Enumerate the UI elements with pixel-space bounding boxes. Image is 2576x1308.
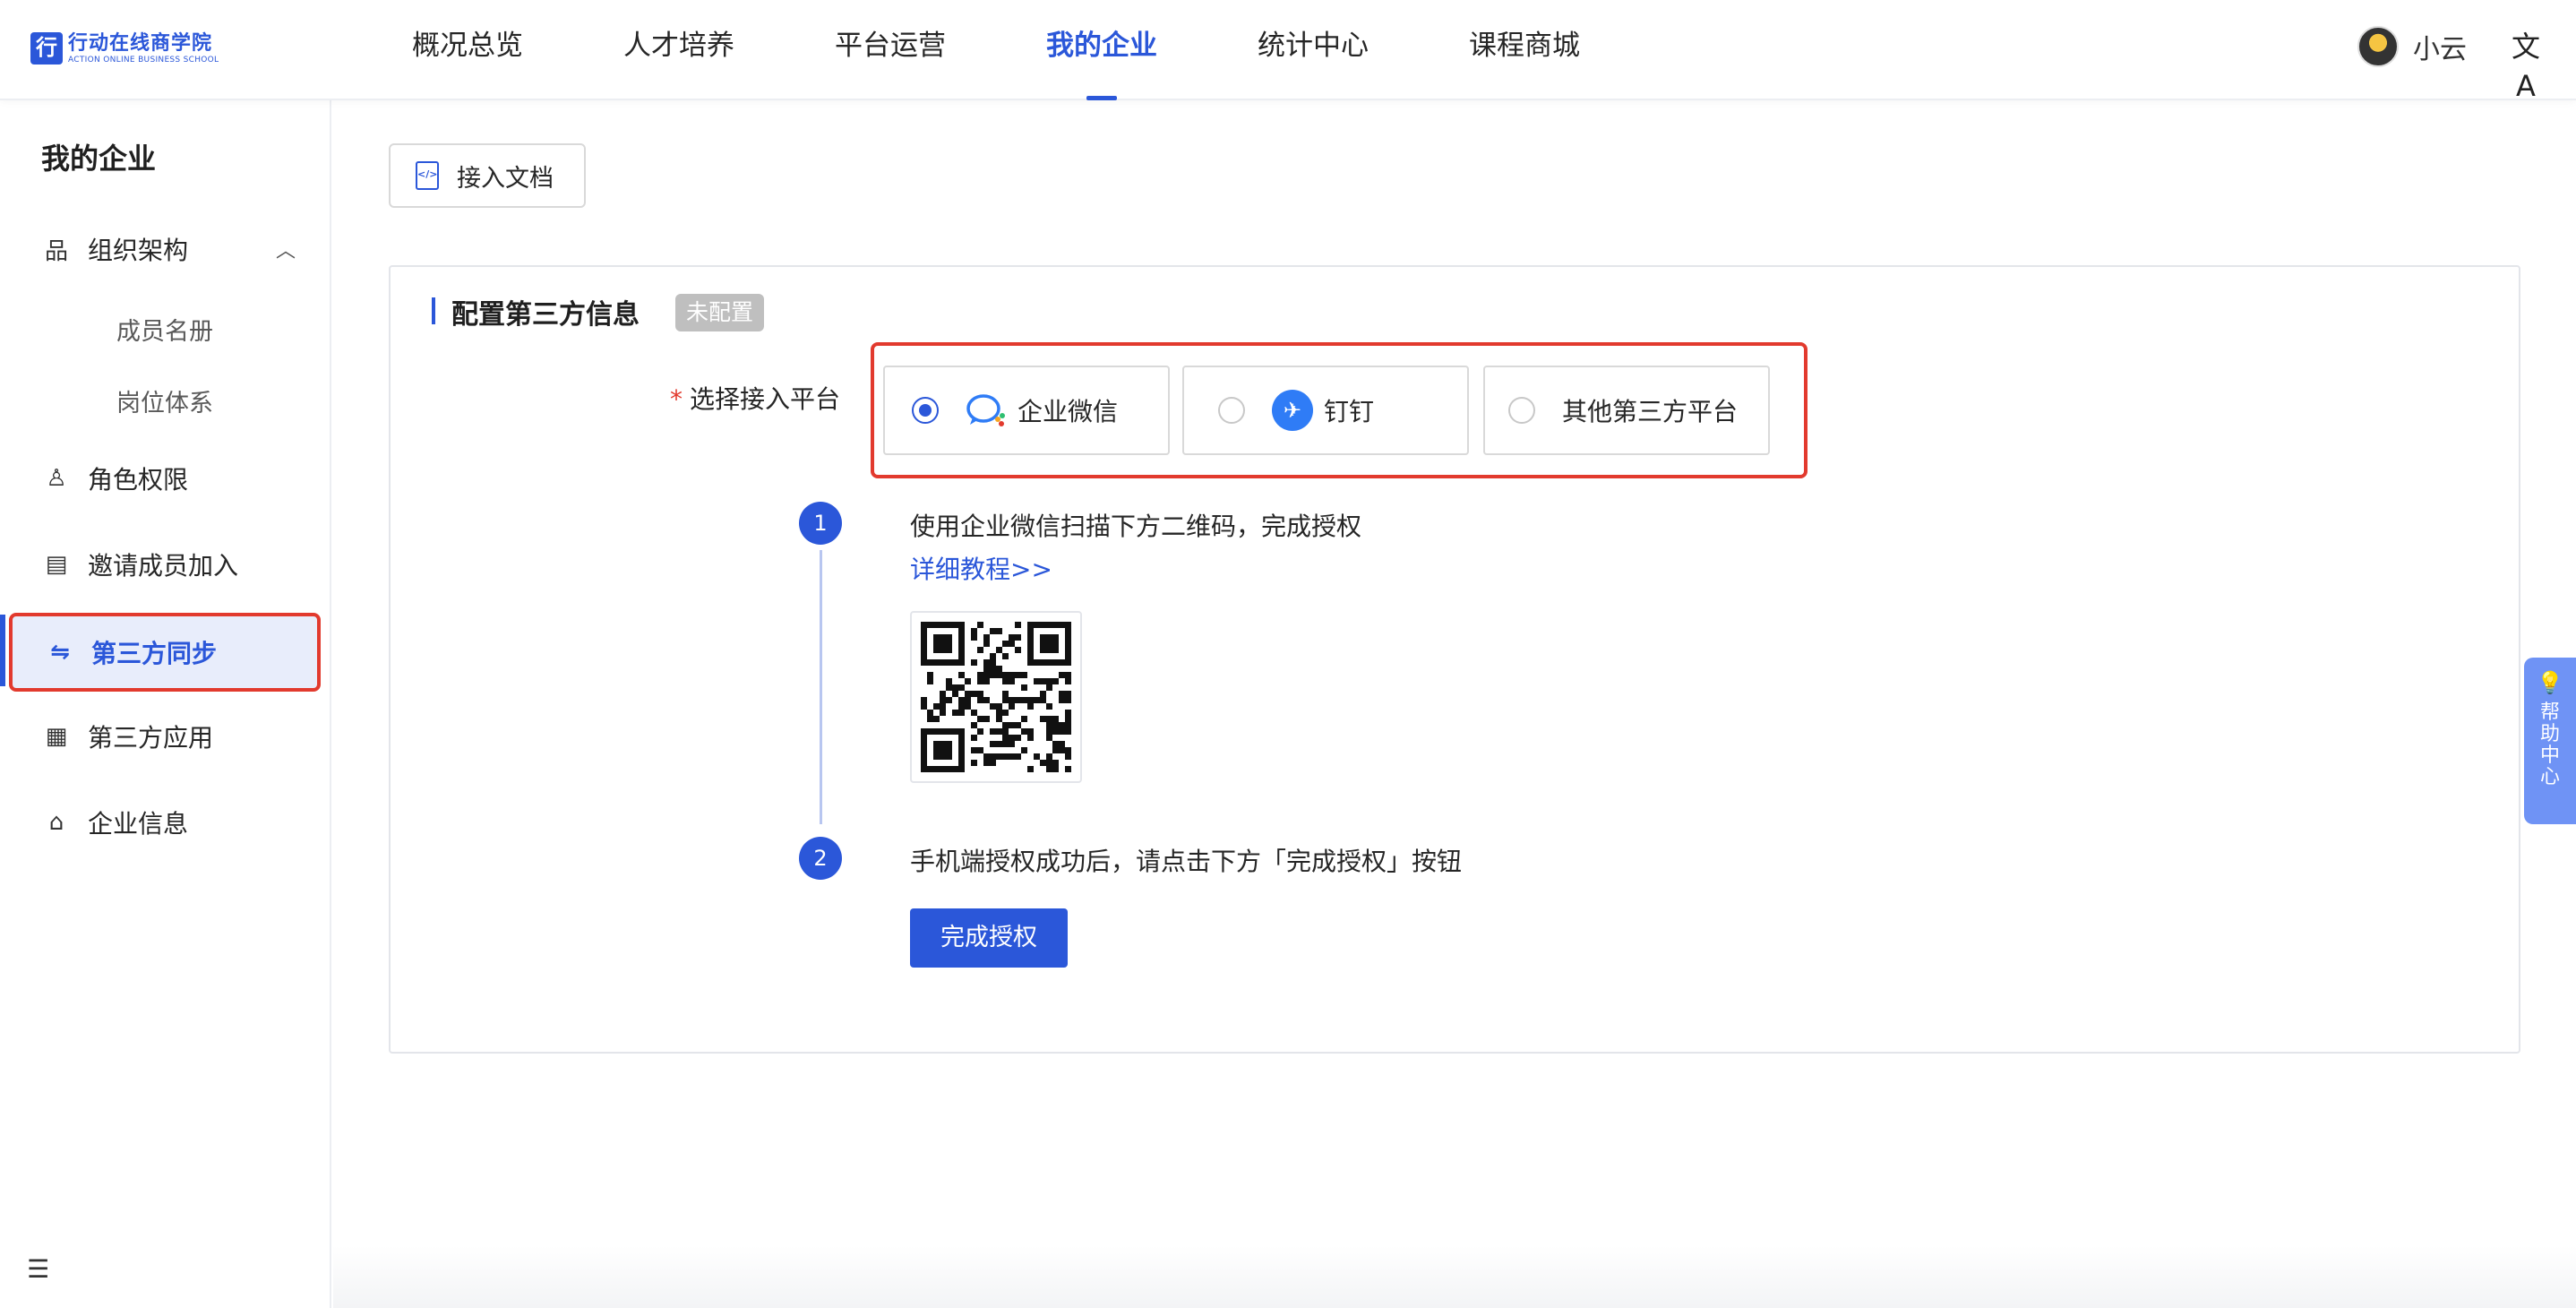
brand-name-cn: 行动在线商学院	[68, 32, 213, 55]
brand-name-en: ACTION ONLINE BUSINESS SCHOOL	[68, 56, 219, 65]
platform-option-dingtalk[interactable]: ✈ 钉钉	[1182, 366, 1469, 455]
title-accent-bar	[432, 297, 435, 324]
nav-item-talent[interactable]: 人才培养	[623, 0, 734, 100]
nav-item-my-enterprise[interactable]: 我的企业	[1046, 0, 1157, 100]
avatar[interactable]	[2357, 26, 2399, 67]
sidebar-item-label: 角色权限	[88, 465, 189, 495]
sidebar-item-roles[interactable]: ♙ 角色权限	[13, 443, 317, 514]
access-docs-label: 接入文档	[457, 164, 554, 193]
active-indicator	[0, 615, 5, 686]
code-file-icon: </>	[416, 161, 439, 190]
complete-authorization-button[interactable]: 完成授权	[910, 908, 1068, 968]
nav-item-statistics[interactable]: 统计中心	[1258, 0, 1369, 100]
chevron-up-icon[interactable]: ︿	[276, 235, 296, 263]
sidebar-item-positions[interactable]: 岗位体系	[116, 383, 213, 418]
nav-item-operations[interactable]: 平台运营	[835, 0, 946, 100]
nav-item-course-mall[interactable]: 课程商城	[1469, 0, 1580, 100]
required-mark: *	[670, 384, 683, 414]
collapse-menu-icon[interactable]: ☰	[27, 1254, 49, 1284]
translate-icon[interactable]: 文A	[2508, 27, 2544, 103]
top-header: 行 行动在线商学院 ACTION ONLINE BUSINESS SCHOOL …	[0, 0, 2576, 103]
sidebar-item-label: 组织架构	[88, 236, 189, 265]
radio-unchecked[interactable]	[1218, 397, 1245, 424]
main-nav: 概况总览 人才培养 平台运营 我的企业 统计中心 课程商城	[412, 0, 1680, 100]
help-center-label: 帮助中心	[2539, 701, 2560, 788]
wecom-icon	[966, 392, 1007, 428]
sidebar-item-label: 第三方应用	[88, 723, 214, 753]
platform-label-wecom: 企业微信	[1018, 397, 1119, 426]
platform-field-label: * 选择接入平台	[670, 384, 841, 414]
access-docs-button[interactable]: </> 接入文档	[389, 143, 586, 208]
step-number-1: 1	[799, 502, 842, 545]
sidebar-item-enterprise-info[interactable]: ⌂ 企业信息	[13, 787, 317, 858]
status-badge: 未配置	[675, 294, 765, 331]
brand-logo[interactable]: 行 行动在线商学院 ACTION ONLINE BUSINESS SCHOOL	[30, 30, 219, 66]
third-party-config-card: 配置第三方信息 未配置 * 选择接入平台 企业微信 ✈ 钉钉 其他第三方平台 1…	[389, 265, 2520, 1054]
platform-label-dingtalk: 钉钉	[1324, 397, 1375, 426]
platform-selector: 企业微信 ✈ 钉钉 其他第三方平台	[871, 342, 1807, 478]
sync-icon: ⇋	[50, 639, 70, 666]
radio-checked[interactable]	[912, 397, 939, 424]
user-menu[interactable]: 小云	[2357, 25, 2467, 68]
sidebar-item-third-party-sync[interactable]: ⇋ 第三方同步	[9, 613, 321, 692]
sidebar: 我的企业 品 组织架构 ︿ 成员名册 岗位体系 ♙ 角色权限 ▤ 邀请成员加入 …	[0, 100, 331, 1308]
nav-item-overview[interactable]: 概况总览	[412, 0, 523, 100]
dingtalk-icon: ✈	[1272, 390, 1313, 431]
lightbulb-icon: 💡	[2537, 670, 2563, 695]
home-icon: ⌂	[48, 809, 64, 836]
apps-icon: ▦	[45, 723, 68, 750]
logo-mark-icon: 行	[30, 32, 63, 65]
sidebar-item-label: 邀请成员加入	[88, 551, 239, 581]
step-connector	[820, 550, 822, 824]
org-tree-icon: 品	[44, 237, 68, 265]
user-name[interactable]: 小云	[2413, 27, 2467, 66]
step-1-text: 使用企业微信扫描下方二维码，完成授权	[910, 512, 1362, 541]
platform-label-other: 其他第三方平台	[1562, 397, 1739, 426]
invite-icon: ▤	[45, 551, 68, 578]
platform-option-wecom[interactable]: 企业微信	[883, 366, 1170, 455]
platform-option-other[interactable]: 其他第三方平台	[1483, 366, 1770, 455]
card-title: 配置第三方信息	[451, 299, 640, 331]
sidebar-item-members[interactable]: 成员名册	[116, 312, 213, 347]
sidebar-item-org[interactable]: 品 组织架构 ︿	[13, 213, 317, 285]
tutorial-link[interactable]: 详细教程>>	[910, 550, 1052, 586]
user-key-icon: ♙	[46, 465, 67, 492]
sidebar-title: 我的企业	[41, 142, 157, 176]
radio-unchecked[interactable]	[1508, 397, 1535, 424]
help-center-tab[interactable]: 💡 帮助中心	[2524, 658, 2576, 824]
sidebar-item-third-party-apps[interactable]: ▦ 第三方应用	[13, 701, 317, 772]
sidebar-item-invite[interactable]: ▤ 邀请成员加入	[13, 529, 317, 600]
step-2-text: 手机端授权成功后，请点击下方「完成授权」按钮	[910, 847, 1463, 876]
sidebar-item-label: 第三方同步	[91, 639, 218, 668]
page-bottom-shade	[333, 1245, 2576, 1308]
qr-code	[910, 611, 1082, 783]
sidebar-item-label: 企业信息	[88, 809, 189, 839]
step-number-2: 2	[799, 837, 842, 880]
